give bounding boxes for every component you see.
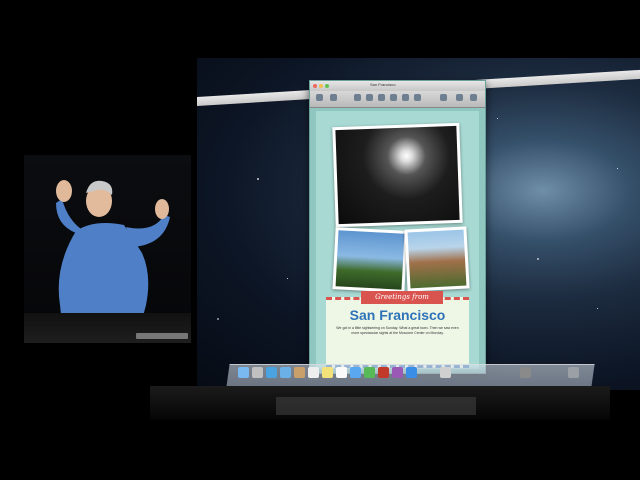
preview-icon[interactable] [440,367,451,378]
calendar-icon[interactable] [308,367,319,378]
window-title: San Francisco [370,82,396,87]
toolbar[interactable] [310,91,485,108]
zoom-button[interactable] [325,84,329,88]
reminders-icon[interactable] [336,367,347,378]
media-icon[interactable] [414,94,421,101]
messages-icon[interactable] [350,367,361,378]
view-icon[interactable] [316,94,323,101]
chart-icon[interactable] [378,94,385,101]
document-icon[interactable] [470,94,477,101]
shape-icon[interactable] [402,94,409,101]
photo-booth-icon[interactable] [378,367,389,378]
system-preferences-icon[interactable] [520,367,531,378]
pages-window[interactable]: San Francisco Greetings from San Francis… [309,80,486,374]
palace-of-fine-arts-photo[interactable] [404,226,470,292]
podium [136,333,188,339]
headline[interactable]: San Francisco [326,307,469,323]
launchpad-icon[interactable] [252,367,263,378]
finder-icon[interactable] [238,367,249,378]
share-icon[interactable] [440,94,447,101]
window-titlebar[interactable]: San Francisco [310,81,485,91]
presenter-video-inset [24,155,191,343]
mail-icon[interactable] [280,367,291,378]
app-store-icon[interactable] [406,367,417,378]
safari-icon[interactable] [266,367,277,378]
greeting-banner[interactable]: Greetings from [361,291,443,304]
body-text[interactable]: We got in a little sightseeing on Sunday… [332,326,463,336]
apple-icon[interactable]:  [201,106,204,111]
fireworks-photo[interactable] [332,122,463,228]
minimize-button[interactable] [319,84,323,88]
facetime-icon[interactable] [364,367,375,378]
close-button[interactable] [313,84,317,88]
zoom-icon[interactable] [330,94,337,101]
coit-tower-photo[interactable] [332,227,408,293]
trash-icon[interactable] [568,367,579,378]
itunes-icon[interactable] [392,367,403,378]
table-icon[interactable] [366,94,373,101]
document-page[interactable]: Greetings from San Francisco We got in a… [316,111,479,369]
contacts-icon[interactable] [294,367,305,378]
text-icon[interactable] [390,94,397,101]
notes-icon[interactable] [322,367,333,378]
floor-reflection [276,397,476,415]
insert-icon[interactable] [354,94,361,101]
format-icon[interactable] [456,94,463,101]
